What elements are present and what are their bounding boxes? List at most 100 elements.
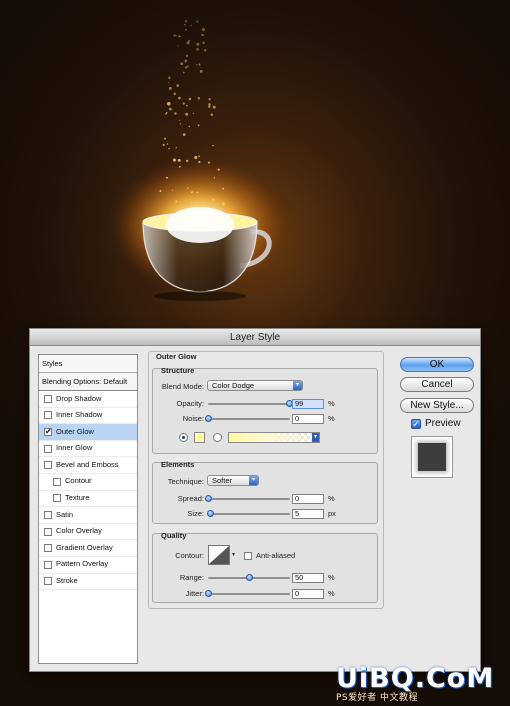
sparkle [183, 23, 186, 26]
outer-glow-title: Outer Glow [156, 352, 197, 361]
glow-core [166, 207, 234, 243]
style-item-label: Satin [56, 509, 74, 519]
opacity-unit: % [328, 399, 335, 408]
sparkle [162, 143, 165, 146]
style-item-checkbox[interactable] [44, 510, 52, 519]
style-preview-swatch [418, 443, 446, 471]
dialog-title-bar[interactable]: Layer Style [30, 329, 480, 346]
style-item-label: Bevel and Emboss [56, 459, 119, 469]
size-unit: px [328, 509, 336, 518]
jitter-slider-knob[interactable] [205, 590, 212, 597]
new-style-button[interactable]: New Style... [400, 398, 474, 413]
anti-aliased-checkbox[interactable] [244, 552, 252, 560]
cup-saucer-shadow [154, 291, 246, 301]
sparkle [184, 66, 188, 69]
sparkle [174, 112, 177, 115]
sparkle [185, 159, 189, 163]
style-item-pattern-overlay[interactable]: Pattern Overlay [39, 557, 137, 574]
sparkle [210, 113, 214, 117]
style-item-checkbox[interactable] [44, 444, 52, 453]
size-slider-knob[interactable] [206, 510, 214, 517]
styles-list-panel: Styles Blending Options: Default Drop Sh… [38, 354, 138, 664]
technique-select[interactable]: Softer ▾ [207, 475, 259, 486]
size-field[interactable]: 5 [292, 509, 324, 519]
sparkle [171, 189, 173, 191]
glow-color-swatch[interactable] [194, 432, 205, 443]
sparkle [184, 20, 188, 23]
structure-title: Structure [161, 366, 195, 375]
style-item-inner-shadow[interactable]: Inner Shadow [39, 408, 137, 425]
preview-checkbox[interactable]: ✓ [411, 419, 421, 429]
preview-label: Preview [425, 418, 461, 429]
noise-slider[interactable] [205, 415, 290, 423]
spread-slider-knob[interactable] [205, 495, 212, 502]
sparkle [198, 160, 201, 164]
opacity-slider[interactable] [208, 400, 294, 408]
chevron-down-icon: ▾ [249, 476, 258, 485]
sparkle [166, 176, 168, 179]
blending-options-item[interactable]: Blending Options: Default [39, 373, 137, 391]
spread-unit: % [328, 494, 335, 503]
styles-header[interactable]: Styles [39, 355, 137, 373]
range-slider[interactable] [208, 574, 290, 582]
gradient-picker[interactable]: ▾ [228, 432, 320, 443]
sparkle [221, 202, 225, 206]
contour-label: Contour: [175, 551, 204, 560]
style-item-checkbox[interactable] [44, 560, 52, 569]
sparkle [173, 34, 176, 37]
sparkle [168, 86, 172, 90]
noise-slider-knob[interactable] [205, 415, 212, 422]
sparkle [182, 133, 186, 136]
sparkle [212, 105, 216, 109]
spread-field[interactable]: 0 [292, 494, 324, 504]
style-item-contour[interactable]: Contour [39, 474, 137, 491]
noise-field[interactable]: 0 [292, 414, 324, 424]
spread-slider[interactable] [205, 495, 290, 503]
jitter-field[interactable]: 0 [292, 589, 324, 599]
style-preview-box [411, 436, 453, 478]
sparkle [169, 107, 172, 111]
style-item-checkbox[interactable] [53, 477, 61, 486]
style-item-checkbox[interactable] [44, 544, 52, 553]
style-item-checkbox[interactable] [44, 411, 52, 420]
artwork-glowing-cup [105, 20, 295, 301]
style-item-stroke[interactable]: Stroke [39, 574, 137, 591]
style-item-checkbox[interactable]: ✔ [44, 427, 52, 436]
sparkle [187, 187, 189, 189]
chevron-down-icon: ▾ [312, 433, 319, 442]
style-item-satin[interactable]: Satin [39, 507, 137, 524]
sparkle [208, 103, 211, 106]
cancel-button[interactable]: Cancel [400, 377, 474, 392]
style-item-texture[interactable]: Texture [39, 491, 137, 508]
opacity-field[interactable]: 99 [292, 399, 324, 409]
sparkle [201, 27, 205, 32]
style-item-color-overlay[interactable]: Color Overlay [39, 524, 137, 541]
range-slider-knob[interactable] [246, 574, 253, 581]
sparkle [168, 76, 171, 79]
style-item-outer-glow[interactable]: ✔ Outer Glow [39, 424, 137, 441]
style-item-label: Stroke [56, 576, 78, 586]
watermark: UiBQ.CoM PS爱好者 中文教程 [336, 663, 504, 703]
sparkle [182, 102, 185, 105]
ok-button[interactable]: OK [400, 357, 474, 372]
jitter-slider[interactable] [205, 590, 290, 598]
noise-label: Noise: [182, 414, 204, 423]
style-item-checkbox[interactable] [44, 461, 52, 470]
style-item-inner-glow[interactable]: Inner Glow [39, 441, 137, 458]
contour-picker[interactable]: ▾ [208, 545, 235, 565]
style-item-checkbox[interactable] [44, 577, 52, 586]
style-item-drop-shadow[interactable]: Drop Shadow [39, 391, 137, 408]
style-item-bevel-and-emboss[interactable]: Bevel and Emboss [39, 457, 137, 474]
style-item-label: Outer Glow [56, 426, 94, 436]
sparkle [188, 125, 190, 128]
range-field[interactable]: 50 [292, 573, 324, 583]
style-item-checkbox[interactable] [44, 394, 52, 403]
style-item-checkbox[interactable] [53, 494, 61, 503]
gradient-radio[interactable] [213, 433, 222, 442]
sparkle [196, 64, 198, 66]
size-slider[interactable] [206, 510, 290, 518]
solid-color-radio[interactable] [179, 433, 188, 442]
style-item-gradient-overlay[interactable]: Gradient Overlay [39, 540, 137, 557]
style-item-checkbox[interactable] [44, 527, 52, 536]
blend-mode-select[interactable]: Color Dodge ▾ [207, 380, 303, 391]
